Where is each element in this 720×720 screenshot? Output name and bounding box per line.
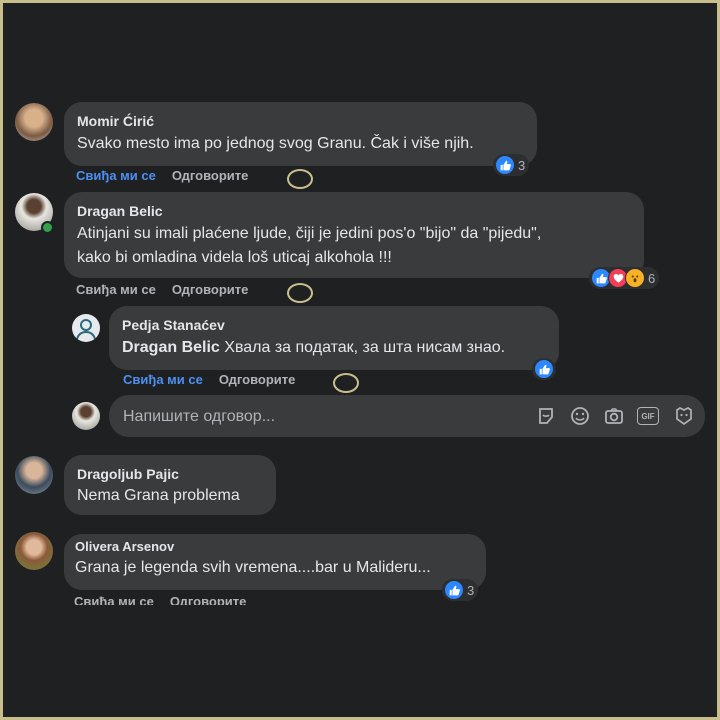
comment-actions: Свиђа ми се Одговорите: [76, 168, 248, 183]
current-user-avatar: [72, 402, 100, 430]
highlight-ring-decoration: [287, 169, 313, 189]
mention-link[interactable]: Dragan Belic: [122, 339, 220, 356]
comment-text: Grana je legenda svih vremena....bar u M…: [75, 559, 431, 576]
comment-actions: Свиђа ми се Одговорите: [76, 282, 248, 297]
avatar[interactable]: [15, 532, 53, 570]
comment-text: Svako mesto ima po jednog svog Granu. Ča…: [77, 135, 474, 152]
highlight-ring-decoration: [333, 373, 359, 393]
reaction-summary[interactable]: [532, 358, 556, 380]
reply-button[interactable]: Одговорите: [219, 372, 296, 387]
reaction-summary[interactable]: 6: [589, 267, 660, 289]
gif-icon[interactable]: GIF: [637, 407, 659, 425]
emoji-icon[interactable]: [570, 406, 590, 426]
avatar[interactable]: [15, 456, 53, 494]
reply-button[interactable]: Одговорите: [172, 168, 249, 183]
reaction-summary[interactable]: 3: [493, 154, 530, 176]
like-reaction-icon: [495, 155, 515, 175]
sticker-icon[interactable]: [536, 406, 556, 426]
comment-author[interactable]: Dragan Belic: [77, 203, 163, 219]
reaction-count: 3: [467, 582, 475, 598]
default-avatar-icon: [76, 319, 96, 340]
comment-text-line: Atinjani su imali plaćene ljude, čiji je…: [77, 225, 542, 242]
comment-actions: Свиђа ми се Одговорите: [123, 372, 295, 387]
camera-icon[interactable]: [604, 406, 624, 426]
avatar-sticker-icon[interactable]: [674, 406, 694, 426]
highlight-ring-decoration: [287, 283, 313, 303]
like-button[interactable]: Свиђа ми се: [74, 594, 154, 605]
gif-label: GIF: [641, 411, 655, 421]
like-button[interactable]: Свиђа ми се: [76, 168, 156, 183]
wow-reaction-icon: [625, 268, 645, 288]
comment-author[interactable]: Momir Ćirić: [77, 113, 154, 129]
reply-input-placeholder[interactable]: Напишите одговор...: [123, 405, 275, 429]
like-button[interactable]: Свиђа ми се: [76, 282, 156, 297]
comment-actions: Свиђа ми се Одговорите: [74, 594, 246, 605]
comment-text: Dragan Belic Хвала за податак, за шта ни…: [122, 336, 505, 360]
like-reaction-icon: [444, 580, 464, 600]
reply-button[interactable]: Одговорите: [172, 282, 249, 297]
reaction-count: 6: [648, 270, 656, 286]
avatar[interactable]: [72, 314, 100, 342]
reaction-count: 3: [518, 157, 526, 173]
comments-panel: Momir Ćirić Svako mesto ima po jednog sv…: [3, 3, 717, 717]
comment-author[interactable]: Pedja Stanaćev: [122, 317, 225, 333]
comment-author[interactable]: Dragoljub Pajic: [77, 466, 179, 482]
comment-text: Nema Grana problema: [77, 487, 240, 504]
like-reaction-icon: [534, 359, 554, 379]
avatar[interactable]: [15, 103, 53, 141]
like-button[interactable]: Свиђа ми се: [123, 372, 203, 387]
reply-text: Хвала за податак, за шта нисам знао.: [224, 339, 506, 356]
online-status-icon: [41, 221, 54, 234]
comment-author[interactable]: Olivera Arsenov: [75, 539, 174, 554]
reply-button[interactable]: Одговорите: [170, 594, 247, 605]
reaction-summary[interactable]: 3: [442, 579, 479, 601]
comment-text-line: kako bi omladina videla loš uticaj alkoh…: [77, 249, 392, 266]
